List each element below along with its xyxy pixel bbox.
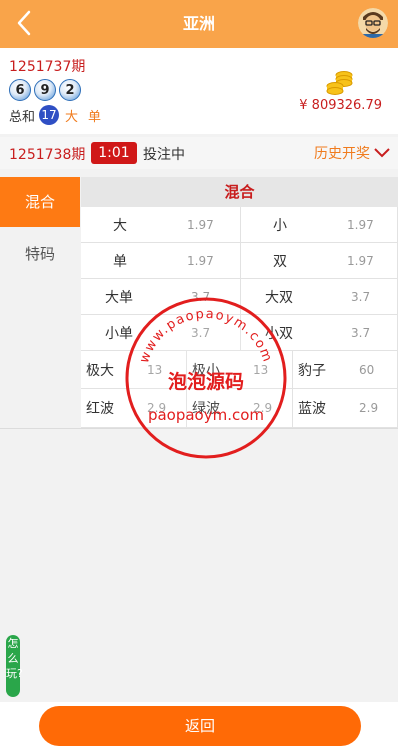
bet-option[interactable]: 豹子 60 bbox=[293, 351, 398, 389]
header-bar: 亚洲 bbox=[0, 0, 398, 48]
tab-special-number[interactable]: 特码 bbox=[0, 229, 80, 279]
option-name: 极小 bbox=[192, 362, 220, 379]
draw-ball: 9 bbox=[34, 79, 56, 101]
countdown-timer: 1:01 bbox=[91, 142, 137, 164]
option-odds: 3.7 bbox=[191, 289, 211, 304]
option-odds: 3.7 bbox=[351, 289, 371, 304]
account-balance: ¥ 809326.79 bbox=[299, 98, 382, 113]
bet-options-panel: 混合 大 1.97 小 1.97 单 1.97 双 1.97 大单 3.7 大双… bbox=[81, 177, 398, 428]
back-icon[interactable] bbox=[10, 8, 40, 38]
result-tag: 单 bbox=[88, 109, 102, 125]
footer: 返回 bbox=[0, 702, 398, 754]
history-draws-link[interactable]: 历史开奖 bbox=[314, 143, 390, 163]
bet-status-bar: 1251738期 1:01 投注中 历史开奖 bbox=[0, 137, 398, 169]
draw-balls: 6 9 2 bbox=[9, 79, 81, 101]
option-name: 大双 bbox=[265, 289, 293, 306]
bet-option[interactable]: 单 1.97 bbox=[81, 243, 241, 279]
tab-mixed[interactable]: 混合 bbox=[0, 177, 80, 227]
option-name: 大 bbox=[113, 217, 127, 234]
bet-option[interactable]: 小双 3.7 bbox=[241, 315, 398, 351]
history-draws-label: 历史开奖 bbox=[314, 146, 370, 162]
draw-ball: 2 bbox=[59, 79, 81, 101]
result-tag: 大 bbox=[65, 109, 79, 125]
bet-option[interactable]: 小 1.97 bbox=[241, 207, 398, 243]
option-name: 小 bbox=[273, 217, 287, 234]
option-odds: 1.97 bbox=[187, 217, 214, 232]
bet-option[interactable]: 双 1.97 bbox=[241, 243, 398, 279]
option-odds: 3.7 bbox=[351, 325, 371, 340]
last-issue-number: 1251737期 bbox=[9, 59, 86, 75]
sum-row: 总和 17 大 单 bbox=[9, 105, 111, 125]
option-name: 蓝波 bbox=[298, 401, 326, 417]
option-name: 豹子 bbox=[298, 362, 326, 379]
current-issue-number: 1251738期 bbox=[9, 147, 86, 163]
option-odds: 2.9 bbox=[359, 401, 379, 415]
sum-label: 总和 bbox=[9, 109, 36, 125]
return-button[interactable]: 返回 bbox=[39, 706, 361, 746]
divider bbox=[0, 428, 398, 429]
option-name: 小双 bbox=[265, 325, 293, 342]
option-odds: 13 bbox=[253, 362, 269, 377]
option-odds: 3.7 bbox=[191, 325, 211, 340]
how-to-play-button[interactable]: 怎么玩? bbox=[6, 635, 23, 697]
bet-option[interactable]: 极大 13 bbox=[81, 351, 187, 389]
sum-value-badge: 17 bbox=[39, 105, 60, 125]
page-title: 亚洲 bbox=[182, 14, 215, 33]
bet-option[interactable]: 大单 3.7 bbox=[81, 279, 241, 315]
bet-option[interactable]: 大 1.97 bbox=[81, 207, 241, 243]
option-name: 极大 bbox=[86, 362, 114, 379]
option-odds: 13 bbox=[147, 362, 163, 377]
option-odds: 2.9 bbox=[253, 401, 273, 415]
option-odds: 60 bbox=[359, 362, 375, 377]
bet-option[interactable]: 红波 2.9 bbox=[81, 389, 187, 428]
last-draw-panel: 1251737期 6 9 2 总和 17 大 单 ¥ 809326.79 bbox=[0, 48, 398, 134]
option-name: 红波 bbox=[86, 401, 114, 417]
section-title: 混合 bbox=[81, 177, 398, 207]
betting-status: 投注中 bbox=[143, 147, 185, 163]
option-odds: 1.97 bbox=[187, 253, 214, 268]
bet-option[interactable]: 小单 3.7 bbox=[81, 315, 241, 351]
bet-option[interactable]: 极小 13 bbox=[187, 351, 293, 389]
option-name: 大单 bbox=[105, 289, 133, 306]
option-odds: 2.9 bbox=[147, 401, 167, 415]
bet-option[interactable]: 绿波 2.9 bbox=[187, 389, 293, 428]
bet-option[interactable]: 大双 3.7 bbox=[241, 279, 398, 315]
option-odds: 1.97 bbox=[347, 217, 374, 232]
option-name: 小单 bbox=[105, 325, 133, 342]
option-name: 双 bbox=[273, 253, 287, 270]
option-odds: 1.97 bbox=[347, 253, 374, 268]
avatar[interactable] bbox=[358, 8, 388, 38]
option-name: 单 bbox=[113, 253, 127, 270]
draw-ball: 6 bbox=[9, 79, 31, 101]
option-name: 绿波 bbox=[192, 401, 220, 417]
chevron-down-icon bbox=[374, 148, 390, 158]
bet-option[interactable]: 蓝波 2.9 bbox=[293, 389, 398, 428]
coins-icon bbox=[325, 68, 355, 96]
play-type-sidebar: 混合 特码 bbox=[0, 177, 80, 427]
